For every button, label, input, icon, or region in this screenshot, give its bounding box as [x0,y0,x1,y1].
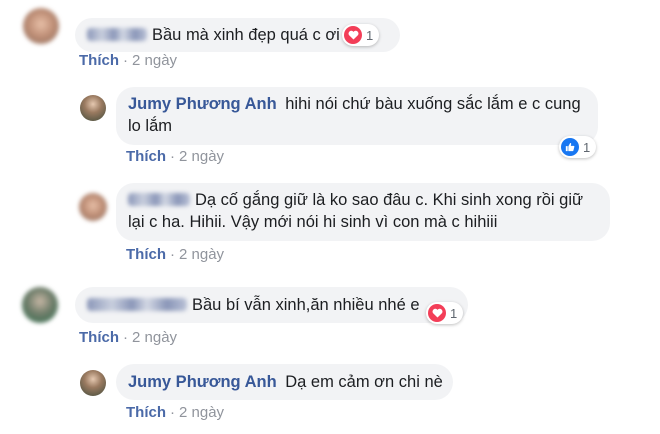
like-link[interactable]: Thích [126,246,166,263]
comment-author[interactable]: Jumy Phương Anh [128,95,277,113]
commenter-avatar[interactable] [22,287,58,323]
reaction-count-badge[interactable]: 1 [559,136,597,158]
like-link[interactable]: Thích [79,52,119,69]
comment-bubble: Bầu bí vẫn xinh,ăn nhiều nhé e [75,287,468,323]
comment-actions: Thích · 2 ngày [79,329,178,346]
timestamp[interactable]: 2 ngày [132,329,177,346]
like-link[interactable]: Thích [79,329,119,346]
comment-text: Dạ em cảm ơn chi nè [285,373,443,391]
reaction-count: 1 [366,27,374,43]
timestamp[interactable]: 2 ngày [179,404,224,421]
comment-bubble: Jumy Phương Anh Dạ em cảm ơn chi nè [116,364,453,400]
commenter-avatar[interactable] [23,8,59,44]
comment-bubble: Jumy Phương Anh hihi nói chứ bàu xuống s… [116,87,598,145]
commenter-avatar[interactable] [79,193,107,221]
blurred-author-name[interactable] [128,193,190,206]
comment-actions: Thích · 2 ngày [79,52,178,69]
author-avatar[interactable] [80,370,106,396]
timestamp[interactable]: 2 ngày [132,52,177,69]
comment-actions: Thích · 2 ngày [126,246,225,263]
reaction-count-badge[interactable]: 1 [426,302,464,324]
timestamp[interactable]: 2 ngày [179,246,224,263]
blurred-author-name[interactable] [87,298,187,311]
reaction-count-badge[interactable]: 1 [342,24,380,46]
author-avatar[interactable] [80,95,106,121]
blurred-author-name[interactable] [87,28,147,41]
comment-text: Bầu bí vẫn xinh,ăn nhiều nhé e [192,296,420,314]
heart-icon [344,26,362,44]
comment-actions: Thích · 2 ngày [126,404,225,421]
reaction-count: 1 [450,305,458,321]
comment-text: Bầu mà xinh đẹp quá c ơi [152,26,340,44]
thumbs-up-icon [561,138,579,156]
comment-text: Dạ cố gắng giữ là ko sao đâu c. Khi sinh… [128,191,584,231]
timestamp[interactable]: 2 ngày [179,148,224,165]
like-link[interactable]: Thích [126,404,166,421]
comment-bubble: Dạ cố gắng giữ là ko sao đâu c. Khi sinh… [116,183,610,241]
like-link[interactable]: Thích [126,148,166,165]
comment-author[interactable]: Jumy Phương Anh [128,373,277,391]
comment-actions: Thích · 2 ngày [126,148,225,165]
reaction-count: 1 [583,139,591,155]
heart-icon [428,304,446,322]
